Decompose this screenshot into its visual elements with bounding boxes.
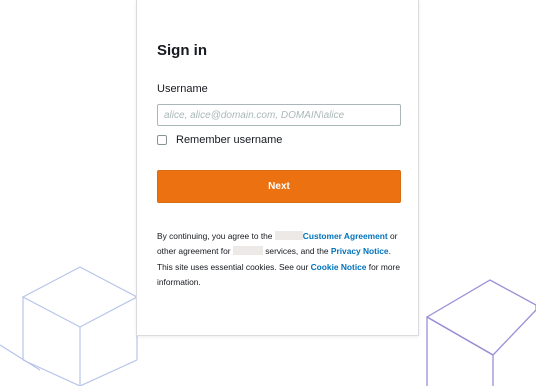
cube-outline-icon (425, 279, 536, 386)
username-input[interactable] (157, 104, 401, 126)
redacted-text (232, 246, 263, 256)
signin-title: Sign in (157, 42, 207, 59)
remember-username-label[interactable]: Remember username (176, 134, 282, 146)
customer-agreement-link[interactable]: Customer Agreement (303, 231, 388, 241)
legal-notice: By continuing, you agree to the Customer… (157, 229, 403, 290)
next-button[interactable]: Next (157, 170, 401, 203)
remember-username-row[interactable]: Remember username (157, 133, 282, 147)
redacted-text (274, 231, 303, 240)
signin-page: Sign in Username Remember username Next … (0, 0, 536, 386)
username-label: Username (157, 83, 208, 95)
cookie-notice-link[interactable]: Cookie Notice (311, 262, 367, 272)
privacy-notice-link[interactable]: Privacy Notice (331, 246, 389, 256)
legal-text-part3: services, and the (262, 246, 331, 257)
remember-username-checkbox[interactable] (157, 135, 167, 145)
legal-text-part1: By continuing, you agree to the (157, 231, 275, 241)
signin-card: Sign in Username Remember username Next … (136, 0, 419, 336)
